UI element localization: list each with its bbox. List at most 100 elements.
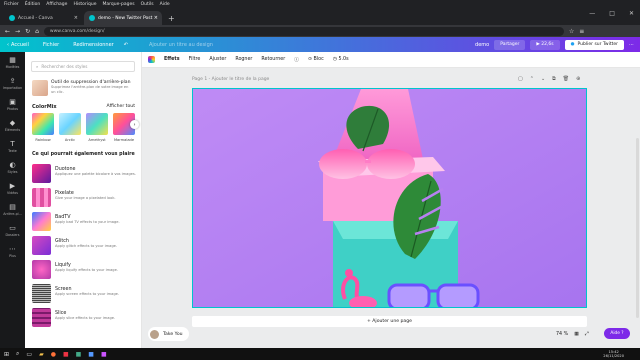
chevron-up-icon[interactable]: ⌃ [530, 76, 534, 82]
effects-panel: ⌕ Rechercher des styles Outil de suppres… [25, 52, 142, 348]
menu-file[interactable]: Fichier [4, 2, 19, 7]
effect-item-liquify[interactable]: Liquify Apply liquify effects to your ima… [32, 260, 138, 283]
close-window-icon[interactable]: ✕ [629, 10, 634, 17]
browser-tabs: Accueil - Canva × demo - New Twitter Pos… [0, 8, 640, 25]
app-icon[interactable]: ■ [101, 351, 107, 358]
menu-help[interactable]: Aide [160, 2, 170, 7]
add-page-icon[interactable]: ⊕ [576, 76, 580, 82]
more-options-icon[interactable]: ⋯ [629, 42, 634, 48]
sidebar-item-backgrounds[interactable]: ▤ Arrière-pl... [0, 199, 25, 220]
menu-edit[interactable]: Édition [25, 2, 41, 7]
window-controls: — □ ✕ [589, 10, 634, 17]
sidebar-item-videos[interactable]: ▶ Vidéos [0, 178, 25, 199]
effects-button[interactable]: Effets [164, 57, 180, 62]
back-icon[interactable]: ← [5, 28, 10, 35]
effect-thumbnail [32, 308, 51, 327]
menu-bookmarks[interactable]: Marque-pages [103, 2, 135, 7]
crop-button[interactable]: Rogner [235, 57, 252, 62]
design-name[interactable]: demo [475, 42, 489, 48]
share-button[interactable]: Partager [494, 39, 526, 50]
resize-button[interactable]: Redimensionner [66, 42, 121, 48]
reload-icon[interactable]: ↻ [25, 28, 30, 35]
duration-button[interactable]: ◷ 5.0s [333, 57, 349, 62]
image-toolbar: Effets Filtre Ajuster Rogner Retourner ⓘ… [142, 52, 640, 68]
present-button[interactable]: ▶ 22,6s [530, 39, 560, 50]
folder-icon: ▭ [9, 224, 16, 232]
new-tab-icon[interactable]: + [168, 14, 175, 23]
browser-menu-icon[interactable]: ≡ [579, 28, 584, 35]
app-icon[interactable]: ■ [88, 351, 94, 358]
zoom-level[interactable]: 74 % [556, 332, 568, 337]
close-icon[interactable]: × [154, 15, 158, 21]
background-remover-card[interactable]: Outil de suppression d'arrière-plan Supp… [30, 78, 136, 99]
effect-item-duotone[interactable]: Duotone Appliquez une palette bicolore à … [32, 164, 138, 187]
flip-button[interactable]: Retourner [261, 57, 285, 62]
colormix-item[interactable]: Arctic [59, 113, 81, 142]
effect-item-pixelate[interactable]: Pixelate Give your image a pixelated look… [32, 188, 138, 211]
windows-start-icon[interactable]: ⊞ [4, 351, 9, 358]
home-icon[interactable]: ⌂ [35, 28, 39, 35]
menu-tools[interactable]: Outils [141, 2, 154, 7]
app-icon[interactable]: ■ [76, 351, 82, 358]
colormix-item[interactable]: Rainbow [32, 113, 54, 142]
app-icon[interactable]: ■ [63, 351, 69, 358]
adjust-button[interactable]: Ajuster [209, 57, 226, 62]
tab-home[interactable]: Accueil - Canva × [4, 11, 82, 25]
note-icon[interactable]: ▢ [518, 76, 523, 82]
explorer-icon[interactable]: ▰ [39, 351, 44, 358]
file-menu-button[interactable]: Fichier [36, 42, 66, 48]
sidebar-item-photos[interactable]: ▣ Photos [0, 94, 25, 115]
effect-item-glitch[interactable]: Glitch Apply glitch effects to your image… [32, 236, 138, 259]
url-field[interactable]: www.canva.com/design/ [43, 26, 564, 36]
maximize-icon[interactable]: □ [609, 10, 615, 17]
sidebar-item-styles[interactable]: ◐ Styles [0, 157, 25, 178]
menu-history[interactable]: Historique [73, 2, 96, 7]
effect-item-badtv[interactable]: BadTV Apply bad TV effects to your image. [32, 212, 138, 235]
sidebar-item-templates[interactable]: ▦ Modèles [0, 52, 25, 73]
info-icon[interactable]: ⓘ [294, 56, 299, 63]
design-title-placeholder[interactable]: Ajouter un titre au design [149, 42, 213, 48]
help-button[interactable]: Aide ? [604, 328, 630, 339]
sidebar-item-folders[interactable]: ▭ Dossiers [0, 220, 25, 241]
design-photo [193, 89, 586, 307]
minimize-icon[interactable]: — [589, 10, 595, 17]
sidebar-item-label: Éléments [4, 128, 21, 132]
vertical-scrollbar[interactable] [636, 138, 639, 318]
undo-icon[interactable]: ↶ [121, 42, 131, 48]
page-title[interactable]: Page 1 - Ajouter le titre de la page [192, 77, 269, 82]
effect-item-screen[interactable]: Screen Apply screen effects to your image… [32, 284, 138, 307]
close-icon[interactable]: × [74, 15, 78, 21]
search-input[interactable]: ⌕ Rechercher des styles [31, 61, 135, 72]
filter-button[interactable]: Filtre [189, 57, 201, 62]
see-all-link[interactable]: Afficher tout [106, 104, 135, 109]
search-icon[interactable]: ⌕ [16, 350, 19, 358]
sidebar-item-more[interactable]: ⋯ Plus [0, 241, 25, 262]
chevron-down-icon[interactable]: ⌄ [541, 76, 545, 82]
sidebar-item-text[interactable]: T Texte [0, 136, 25, 157]
color-swatch-icon[interactable] [148, 56, 155, 63]
sidebar-item-elements[interactable]: ◆ Éléments [0, 115, 25, 136]
design-page[interactable] [192, 88, 587, 308]
fullscreen-icon[interactable]: ⤢ [585, 331, 589, 337]
effect-item-slice[interactable]: Slice Apply slice effects to your image. [32, 308, 138, 331]
effect-thumbnail [32, 284, 51, 303]
lock-button[interactable]: ⊙ Bloc [308, 57, 324, 62]
duplicate-icon[interactable]: ⧉ [552, 76, 556, 82]
search-placeholder: Rechercher des styles [41, 64, 88, 69]
menu-view[interactable]: Affichage [46, 2, 67, 7]
forward-icon[interactable]: → [15, 28, 20, 35]
publish-twitter-button[interactable]: ● Publier sur Twitter [564, 39, 624, 50]
grid-view-icon[interactable]: ▦ [574, 332, 579, 337]
trash-icon[interactable]: 🗑 [563, 76, 569, 82]
home-button[interactable]: ‹ Accueil [0, 42, 36, 48]
task-view-icon[interactable]: ▭ [26, 351, 32, 358]
take-you-button[interactable]: Take You [148, 327, 189, 341]
system-clock[interactable]: 15:42 26/11/2020 [603, 350, 640, 358]
tab-design[interactable]: demo - New Twitter Post × [84, 11, 162, 25]
chevron-right-icon[interactable]: › [130, 120, 139, 129]
sidebar-item-uploads[interactable]: ⇪ Importation [0, 73, 25, 94]
colormix-item[interactable]: Amethyst [86, 113, 108, 142]
firefox-icon[interactable]: ● [51, 351, 56, 358]
sidebar-item-label: Arrière-pl... [3, 212, 22, 216]
bookmark-icon[interactable]: ☆ [569, 28, 574, 35]
